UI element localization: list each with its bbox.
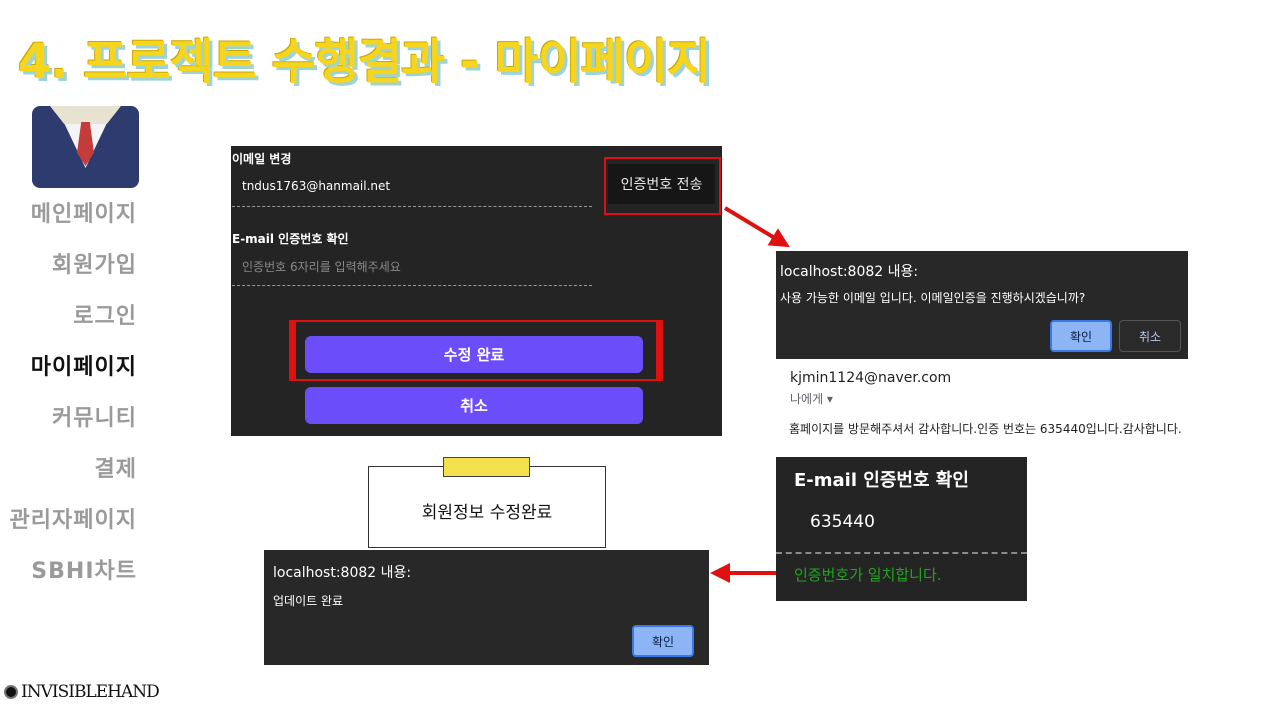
verification-underline bbox=[776, 552, 1027, 554]
email-input[interactable]: tndus1763@hanmail.net bbox=[242, 179, 390, 193]
sidebar-item-signup[interactable]: 회원가입 bbox=[10, 251, 137, 302]
cancel-button[interactable]: 취소 bbox=[305, 387, 643, 424]
code-underline bbox=[232, 285, 592, 286]
sidebar-item-main[interactable]: 메인페이지 bbox=[10, 200, 137, 251]
send-code-button[interactable]: 인증번호 전송 bbox=[608, 164, 715, 204]
verification-panel: E-mail 인증번호 확인 635440 인증번호가 일치합니다. bbox=[776, 457, 1027, 601]
sidebar-item-payment[interactable]: 결제 bbox=[10, 455, 137, 506]
update-ok-button[interactable]: 확인 bbox=[632, 625, 694, 657]
highlight-bar-right bbox=[656, 320, 663, 381]
confirm-alert-dialog: localhost:8082 내용: 사용 가능한 이메일 입니다. 이메일인증… bbox=[776, 251, 1188, 359]
brand-logo: INVISIBLEHAND bbox=[4, 682, 160, 702]
callout-tape bbox=[443, 457, 530, 477]
confirm-alert-message: 사용 가능한 이메일 입니다. 이메일인증을 진행하시겠습니까? bbox=[780, 291, 1086, 305]
arrow-to-confirm bbox=[723, 206, 790, 248]
submit-button[interactable]: 수정 완료 bbox=[305, 336, 643, 373]
brand-dot-icon bbox=[4, 685, 18, 699]
code-input[interactable]: 인증번호 6자리를 입력해주세요 bbox=[242, 258, 401, 275]
sidebar-item-admin[interactable]: 관리자페이지 bbox=[10, 506, 137, 557]
slide-title: 4. 프로젝트 수행결과 - 마이페이지 bbox=[18, 34, 711, 90]
verification-title: E-mail 인증번호 확인 bbox=[794, 470, 969, 491]
confirm-ok-button[interactable]: 확인 bbox=[1050, 320, 1112, 352]
avatar-collar bbox=[50, 106, 121, 124]
sidebar-nav: 메인페이지 회원가입 로그인 마이페이지 커뮤니티 결제 관리자페이지 SBHI… bbox=[10, 200, 137, 608]
code-label: E-mail 인증번호 확인 bbox=[232, 232, 349, 246]
mail-body: 홈페이지를 방문해주셔서 감사합니다.인증 번호는 635440입니다.감사합니… bbox=[789, 422, 1182, 436]
confirm-alert-title: localhost:8082 내용: bbox=[780, 264, 919, 280]
suit-avatar-icon bbox=[32, 106, 139, 188]
mail-recipient[interactable]: 나에게 ▾ bbox=[790, 390, 833, 407]
highlight-bar-left bbox=[289, 320, 296, 381]
email-underline bbox=[232, 206, 592, 207]
update-alert-title: localhost:8082 내용: bbox=[273, 565, 412, 581]
sidebar-item-community[interactable]: 커뮤니티 bbox=[10, 404, 137, 455]
update-alert-dialog: localhost:8082 내용: 업데이트 완료 확인 bbox=[264, 550, 709, 665]
email-change-panel: 이메일 변경 tndus1763@hanmail.net 인증번호 전송 E-m… bbox=[231, 146, 722, 436]
update-alert-message: 업데이트 완료 bbox=[273, 594, 344, 608]
sidebar-item-chart[interactable]: SBHI차트 bbox=[10, 557, 137, 608]
email-label: 이메일 변경 bbox=[232, 152, 292, 166]
confirm-cancel-button[interactable]: 취소 bbox=[1119, 320, 1181, 352]
callout-text: 회원정보 수정완료 bbox=[421, 502, 553, 523]
sidebar-item-mypage[interactable]: 마이페이지 bbox=[10, 353, 137, 404]
mail-sender: kjmin1124@naver.com bbox=[790, 370, 952, 386]
verification-status: 인증번호가 일치합니다. bbox=[794, 566, 942, 584]
callout-box: 회원정보 수정완료 bbox=[368, 466, 606, 548]
verification-code-input[interactable]: 635440 bbox=[810, 512, 875, 532]
brand-name: INVISIBLEHAND bbox=[21, 682, 160, 702]
sidebar-item-login[interactable]: 로그인 bbox=[10, 302, 137, 353]
